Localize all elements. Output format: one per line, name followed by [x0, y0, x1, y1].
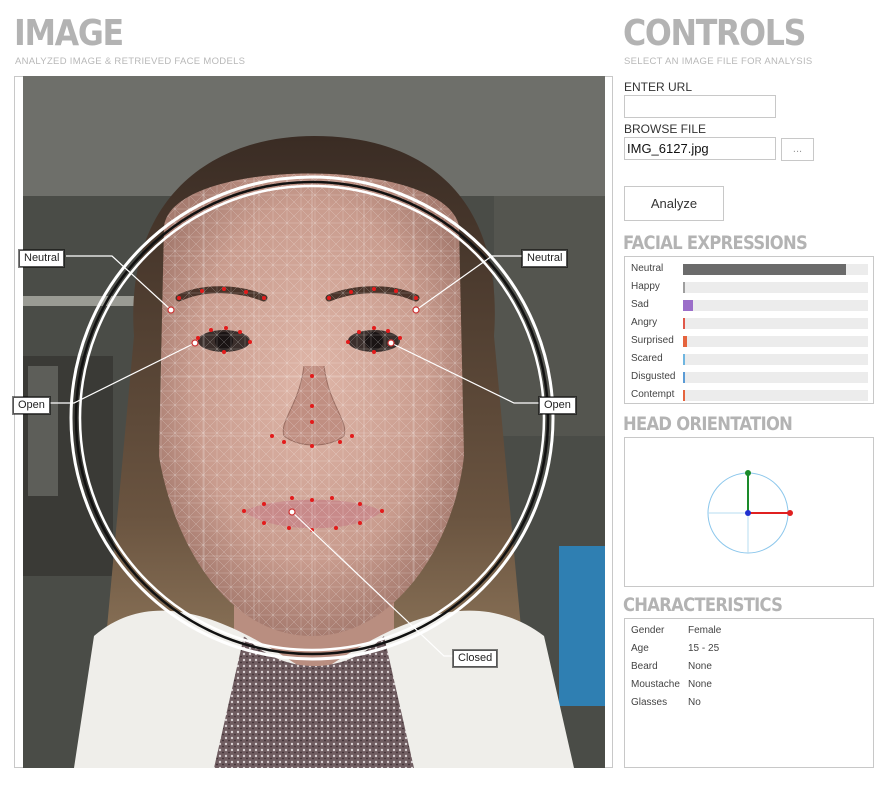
expression-bar-track — [683, 264, 868, 275]
expression-label: Neutral — [631, 263, 664, 274]
expression-bar-track — [683, 282, 868, 293]
head-orientation-panel — [624, 437, 874, 587]
expression-label: Scared — [631, 353, 663, 364]
browse-file-button[interactable]: ... — [781, 138, 814, 161]
expression-bar-track — [683, 318, 868, 329]
expression-label: Contempt — [631, 389, 675, 400]
expression-label: Disgusted — [631, 371, 676, 382]
expression-bar-fill — [683, 390, 685, 401]
expression-bar-fill — [683, 264, 846, 275]
expression-bar-fill — [683, 300, 693, 311]
expression-bar-fill — [683, 354, 685, 365]
enter-url-label: ENTER URL — [624, 80, 693, 94]
head-orientation-gizmo — [707, 470, 793, 554]
right-brow-callout: Neutral — [522, 250, 568, 267]
characteristic-key: Age — [631, 643, 649, 654]
head-orientation-title: HEAD ORIENTATION — [623, 413, 793, 435]
characteristic-value: None — [688, 679, 712, 690]
expression-label: Happy — [631, 281, 660, 292]
url-input[interactable] — [624, 95, 776, 118]
left-eye-callout: Open — [13, 397, 50, 414]
file-name-field[interactable] — [624, 137, 776, 160]
mouth-callout: Closed — [453, 650, 498, 667]
expression-bar-track — [683, 354, 868, 365]
expression-bar-track — [683, 372, 868, 383]
expression-label: Surprised — [631, 335, 674, 346]
center-axis-handle — [745, 510, 751, 516]
left-brow-callout: Neutral — [19, 250, 65, 267]
characteristics-title: CHARACTERISTICS — [623, 594, 783, 616]
analyzed-image — [23, 76, 605, 768]
right-eye-callout: Open — [539, 397, 576, 414]
up-axis-handle — [745, 470, 751, 476]
facial-expressions-panel: Neutral Happy Sad Angry Surprised Scared Disgu… — [624, 256, 874, 404]
right-axis-handle — [787, 510, 793, 516]
characteristics-panel: Gender Female Age 15 - 25 Beard None Moustache… — [624, 618, 874, 768]
characteristic-value: No — [688, 697, 701, 708]
characteristic-key: Gender — [631, 625, 665, 636]
characteristic-key: Glasses — [631, 697, 668, 708]
image-section-title: IMAGE — [14, 13, 124, 54]
characteristic-value: 15 - 25 — [688, 643, 720, 654]
analyze-button[interactable]: Analyze — [624, 186, 724, 221]
facial-expressions-title: FACIAL EXPRESSIONS — [623, 232, 808, 254]
expression-bar-fill — [683, 336, 687, 347]
expression-bar-track — [683, 300, 868, 311]
controls-title: CONTROLS — [623, 13, 806, 54]
expression-bar-fill — [683, 372, 685, 383]
expression-label: Sad — [631, 299, 649, 310]
characteristic-key: Beard — [631, 661, 658, 672]
characteristic-key: Moustache — [631, 679, 680, 690]
expression-bar-fill — [683, 282, 685, 293]
controls-subtitle: SELECT AN IMAGE FILE FOR ANALYSIS — [624, 56, 813, 67]
browse-file-label: BROWSE FILE — [624, 122, 707, 136]
expression-label: Angry — [631, 317, 658, 328]
expression-bar-track — [683, 390, 868, 401]
analyzed-image-frame: Neutral Neutral Open Open Closed — [13, 76, 613, 768]
characteristic-value: None — [688, 661, 712, 672]
expression-bar-fill — [683, 318, 685, 329]
image-section-subtitle: ANALYZED IMAGE & RETRIEVED FACE MODELS — [15, 56, 246, 67]
characteristic-value: Female — [688, 625, 722, 636]
expression-bar-track — [683, 336, 868, 347]
